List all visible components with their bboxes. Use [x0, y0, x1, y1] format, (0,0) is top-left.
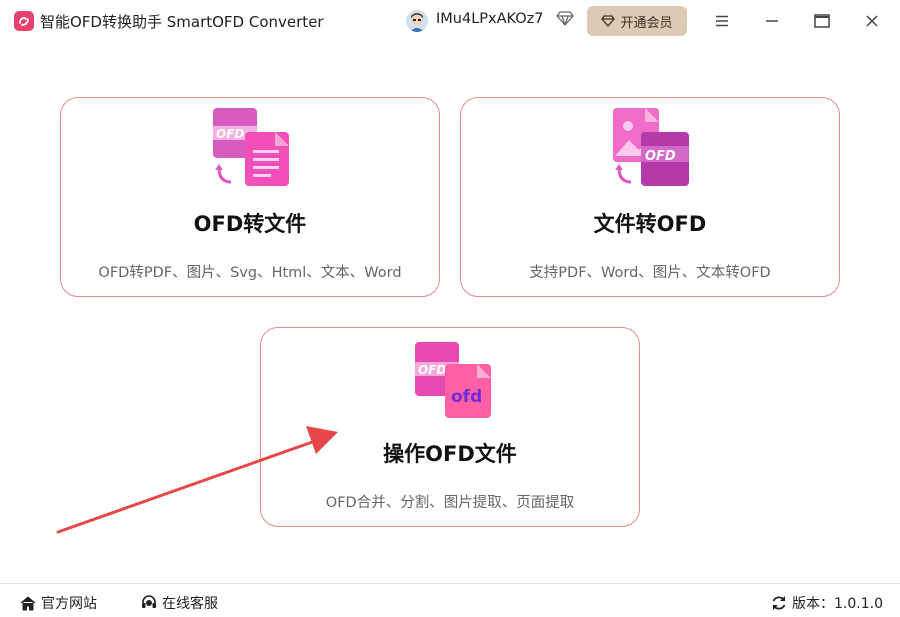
ofd-to-file-card[interactable]: OFD OFD转文件 OFD转PDF、图片、Svg、Html、文本、Word: [60, 97, 440, 297]
svg-text:ofd: ofd: [451, 387, 482, 407]
vip-button-label: 开通会员: [620, 15, 673, 31]
svg-text:OFD: OFD: [645, 149, 676, 164]
diamond-icon: [556, 9, 574, 27]
version-info[interactable]: 版本：1.0.1.0: [771, 593, 883, 613]
card-description: OFD转PDF、图片、Svg、Html、文本、Word: [98, 265, 402, 281]
online-support-link[interactable]: 在线客服: [141, 593, 218, 613]
online-support-label: 在线客服: [162, 596, 218, 612]
user-avatar[interactable]: [406, 10, 428, 32]
card-title: 操作OFD文件: [383, 442, 517, 466]
headset-icon: [142, 595, 156, 608]
username[interactable]: IMu4LPxAKOz7: [436, 11, 544, 27]
svg-text:OFD: OFD: [216, 127, 244, 141]
minimize-icon: [766, 20, 778, 22]
footer-bar: 官方网站 在线客服 版本：1.0.1.0: [0, 583, 900, 617]
file-to-ofd-card[interactable]: OFD 文件转OFD 支持PDF、Word、图片、文本转OFD: [460, 97, 840, 297]
minimize-button[interactable]: [757, 6, 787, 36]
app-logo-icon: [14, 11, 34, 31]
operate-ofd-icon: OFD ofd: [411, 336, 491, 418]
vip-diamond-icon: [601, 15, 616, 27]
app-title: 智能OFD转换助手 SmartOFD Converter: [40, 13, 324, 31]
card-description: OFD合并、分割、图片提取、页面提取: [325, 495, 575, 511]
official-website-link[interactable]: 官方网站: [20, 593, 97, 613]
ofd-to-file-icon: OFD: [211, 106, 291, 188]
maximize-icon: [814, 14, 830, 28]
title-bar: 智能OFD转换助手 SmartOFD Converter IMu4LPxAKOz…: [0, 0, 900, 42]
home-icon: [20, 596, 36, 610]
refresh-icon: [772, 596, 786, 610]
official-website-label: 官方网站: [41, 596, 97, 612]
menu-icon: [716, 15, 728, 27]
close-button[interactable]: [857, 6, 887, 36]
file-to-ofd-icon: OFD: [611, 106, 691, 188]
card-description: 支持PDF、Word、图片、文本转OFD: [529, 265, 771, 281]
operate-ofd-card[interactable]: OFD ofd 操作OFD文件 OFD合并、分割、图片提取、页面提取: [260, 327, 640, 527]
svg-text:OFD: OFD: [418, 363, 446, 377]
card-title: 文件转OFD: [593, 212, 707, 236]
close-icon: [866, 15, 878, 27]
version-label: 版本：1.0.1.0: [792, 596, 883, 612]
vip-button[interactable]: 开通会员: [587, 6, 687, 36]
maximize-button[interactable]: [807, 6, 837, 36]
card-title: OFD转文件: [193, 212, 307, 236]
menu-button[interactable]: [707, 6, 737, 36]
